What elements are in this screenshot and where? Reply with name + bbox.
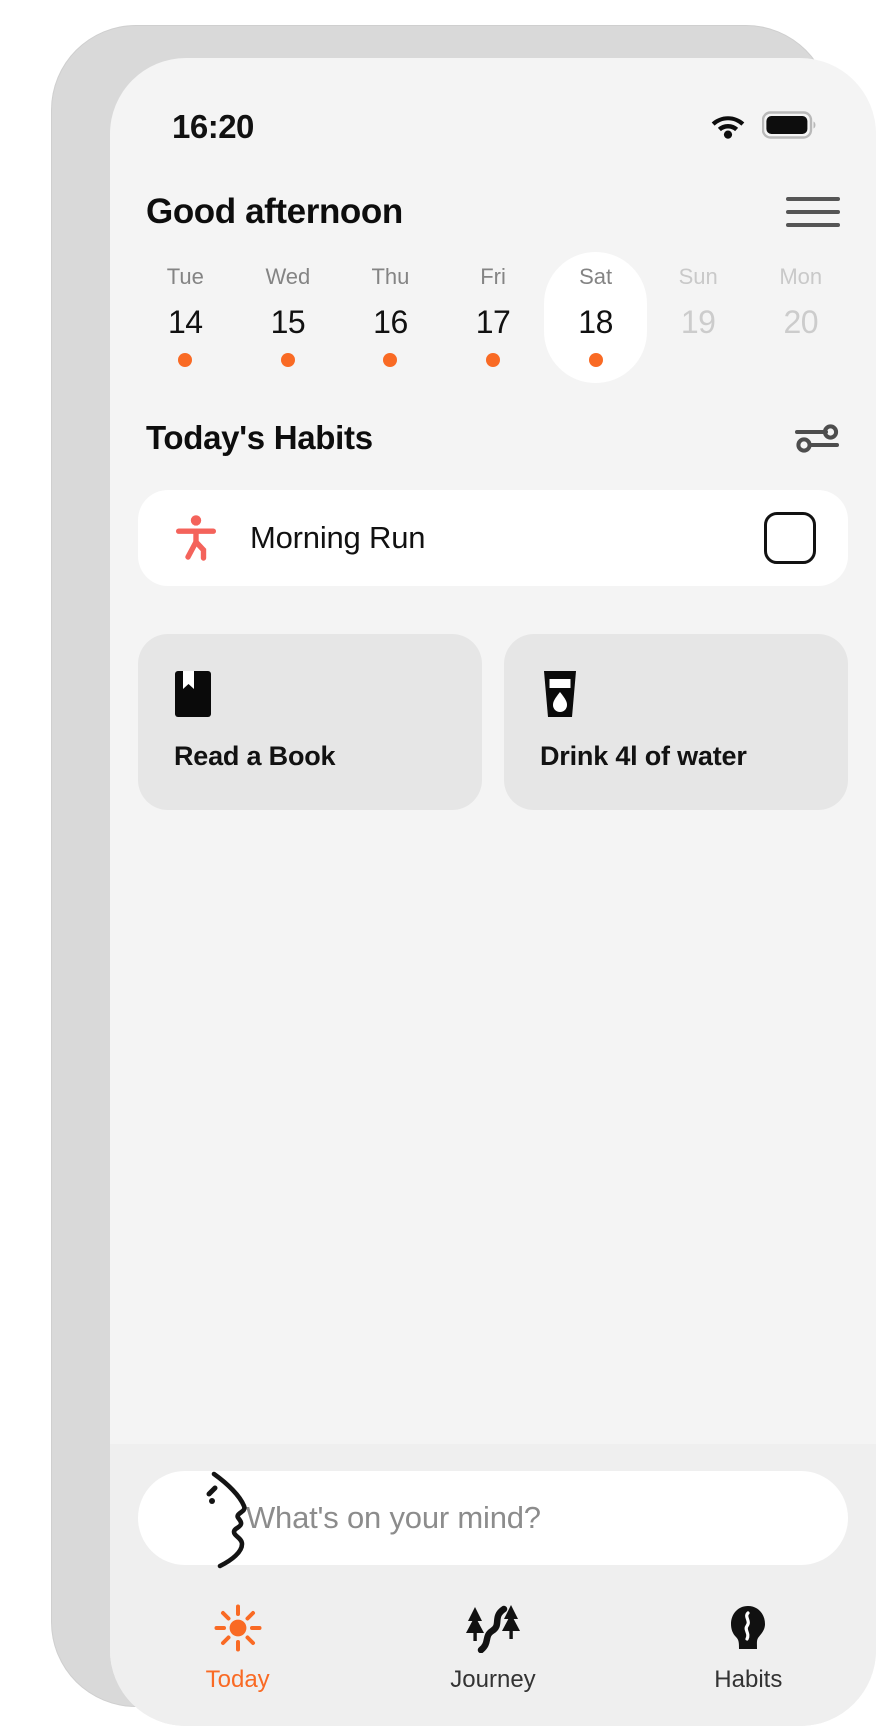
page-title: Good afternoon: [146, 192, 403, 231]
tab-label: Habits: [714, 1666, 783, 1693]
day-cell[interactable]: Fri 17: [442, 252, 545, 383]
bottom-tab-bar: Today Journey Habits: [110, 1592, 876, 1726]
day-number: 16: [373, 304, 408, 340]
habit-list: Morning Run Read a Book Drink 4l of wate…: [110, 458, 876, 1444]
day-activity-dot: [178, 353, 193, 367]
composer-wrap: What's on your mind?: [110, 1444, 876, 1592]
habits-section-header: Today's Habits: [110, 386, 876, 458]
day-cell[interactable]: Sun 19: [647, 252, 750, 383]
tab-label: Today: [205, 1666, 270, 1693]
water-glass-icon: [540, 668, 586, 720]
section-title: Today's Habits: [146, 419, 373, 456]
day-cell-selected[interactable]: Sat 18: [544, 252, 647, 383]
checkbox-unchecked-icon[interactable]: [764, 512, 816, 564]
habit-tile-label: Drink 4l of water: [540, 741, 747, 771]
day-name: Mon: [779, 264, 823, 289]
status-bar: 16:20: [110, 58, 876, 162]
day-number: 18: [578, 304, 613, 340]
hamburger-menu-icon[interactable]: [786, 190, 840, 234]
day-activity-dot: [794, 353, 808, 367]
day-number: 15: [270, 304, 306, 340]
day-name: Thu: [371, 264, 410, 289]
head-brain-icon: [726, 1602, 770, 1654]
day-cell[interactable]: Mon 20: [749, 252, 852, 383]
phone-frame: 16:20 Good afternoon Tue 14 Wed 15 Thu 1…: [52, 26, 876, 1726]
day-activity-dot: [588, 353, 603, 367]
day-activity-dot: [691, 353, 705, 367]
menu-line: [786, 223, 840, 227]
phone-screen: 16:20 Good afternoon Tue 14 Wed 15 Thu 1…: [110, 58, 876, 1726]
day-cell[interactable]: Thu 16: [339, 252, 442, 383]
status-indicators: [710, 110, 818, 145]
chat-input[interactable]: What's on your mind?: [138, 1471, 848, 1565]
day-number: 17: [475, 304, 511, 340]
day-activity-dot: [486, 353, 501, 367]
wifi-icon: [710, 111, 746, 144]
book-bookmark-icon: [174, 668, 220, 720]
habit-tile-grid: Read a Book Drink 4l of water: [138, 634, 848, 810]
tab-today[interactable]: Today: [110, 1602, 365, 1694]
tune-sliders-icon[interactable]: [794, 418, 840, 458]
day-number: 19: [680, 304, 716, 340]
running-person-icon: [172, 514, 220, 562]
sun-icon: [213, 1602, 263, 1654]
day-name: Sat: [579, 264, 613, 289]
habit-card-morning-run[interactable]: Morning Run: [138, 490, 848, 586]
tab-journey[interactable]: Journey: [365, 1602, 620, 1694]
greeting-row: Good afternoon: [110, 162, 876, 234]
chat-input-placeholder: What's on your mind?: [246, 1500, 541, 1535]
day-number: 20: [783, 304, 819, 340]
habit-tile-label: Read a Book: [174, 741, 336, 771]
day-name: Fri: [480, 264, 506, 289]
day-strip: Tue 14 Wed 15 Thu 16 Fri 17 Sat 18 Sun 1…: [110, 234, 876, 386]
day-name: Tue: [166, 264, 204, 289]
path-trees-icon: [462, 1602, 524, 1654]
habit-label: Morning Run: [250, 520, 426, 555]
tab-habits[interactable]: Habits: [621, 1602, 876, 1694]
menu-line: [786, 197, 840, 201]
day-cell[interactable]: Tue 14: [134, 252, 237, 383]
day-name: Sun: [678, 264, 718, 289]
menu-line: [786, 210, 840, 214]
habit-tile-read-a-book[interactable]: Read a Book: [138, 634, 482, 810]
habit-tile-drink-water[interactable]: Drink 4l of water: [504, 634, 848, 810]
bottom-area: What's on your mind? Today Journey Habit…: [110, 1444, 876, 1726]
day-cell[interactable]: Wed 15: [237, 252, 340, 383]
day-activity-dot: [383, 353, 398, 367]
status-time: 16:20: [172, 108, 254, 145]
battery-full-icon: [761, 110, 818, 145]
tab-label: Journey: [450, 1666, 536, 1693]
day-activity-dot: [280, 353, 295, 367]
day-name: Wed: [265, 264, 311, 289]
day-number: 14: [167, 304, 203, 340]
